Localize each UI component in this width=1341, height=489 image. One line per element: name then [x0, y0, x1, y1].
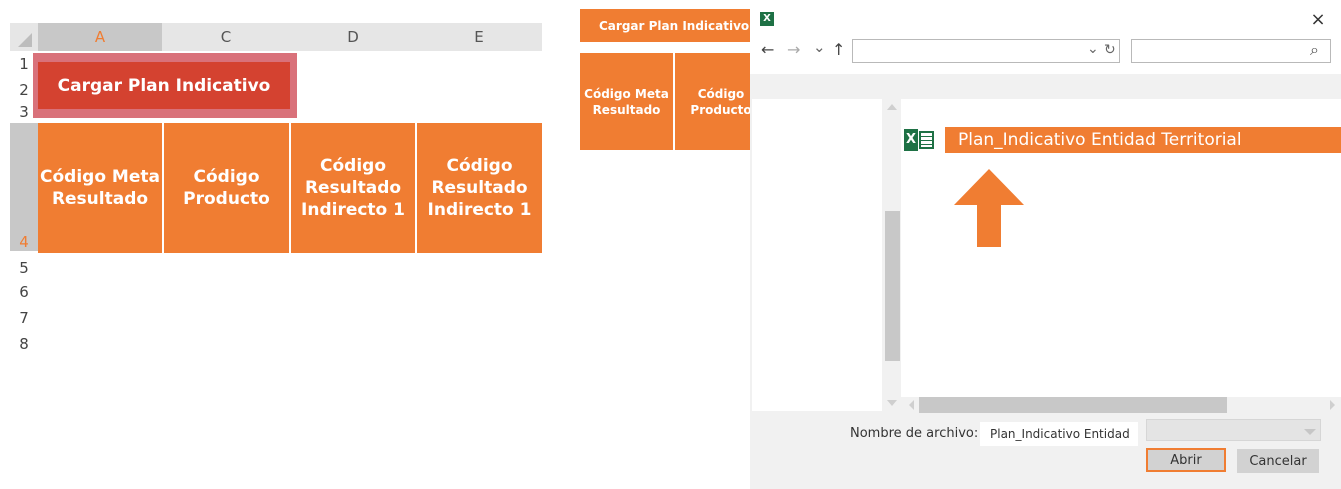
load-plan-button-preview[interactable]: Cargar Plan Indicativo: [580, 9, 755, 42]
spreadsheet: A C D E 1 2 3 4 5 6 7 8 Cargar Plan Indi…: [0, 0, 560, 489]
header-cell-producto[interactable]: Código Producto: [164, 123, 289, 253]
file-open-dialog: X × ← → ⌄ ↑ ⌄ ↻ ⌕ Plan_Indicativo Entida…: [750, 8, 1341, 489]
header-cell-meta-resultado[interactable]: Código Meta Resultado: [38, 123, 162, 253]
back-arrow-icon[interactable]: ←: [761, 40, 774, 59]
row-number[interactable]: 5: [10, 253, 38, 277]
open-button[interactable]: Abrir: [1146, 448, 1226, 472]
column-header-e[interactable]: E: [416, 23, 542, 51]
column-header-a[interactable]: A: [38, 23, 162, 51]
navigation-pane[interactable]: [752, 99, 882, 411]
close-icon[interactable]: ×: [1306, 10, 1330, 30]
cancel-button[interactable]: Cancelar: [1237, 449, 1319, 473]
address-bar[interactable]: ⌄ ↻: [852, 39, 1120, 63]
scroll-down-icon[interactable]: [884, 397, 901, 411]
chevron-down-icon: [1304, 429, 1316, 435]
up-arrow-indicator-icon: [954, 169, 1024, 247]
refresh-icon[interactable]: ↻: [1104, 42, 1116, 58]
preview-header-cell: Código Producto: [675, 53, 755, 150]
scroll-up-icon[interactable]: [884, 99, 901, 113]
address-dropdown-icon[interactable]: ⌄: [1087, 41, 1099, 57]
excel-file-icon: X: [904, 127, 938, 153]
excel-icon: X: [760, 12, 774, 26]
file-type-select[interactable]: [1146, 419, 1321, 441]
header-cell-resultado-indirecto[interactable]: Código Resultado Indirecto 1: [291, 123, 415, 253]
scroll-left-icon[interactable]: [905, 397, 919, 413]
preview-header-cell: Código Meta Resultado: [580, 53, 673, 150]
row-number[interactable]: 6: [10, 277, 38, 301]
load-plan-button[interactable]: Cargar Plan Indicativo: [38, 62, 290, 109]
row-number[interactable]: 8: [10, 327, 38, 353]
up-arrow-icon[interactable]: ↑: [832, 40, 845, 59]
horizontal-scrollbar-thumb[interactable]: [919, 397, 1227, 413]
row-number[interactable]: 7: [10, 301, 38, 327]
file-list[interactable]: Plan_Indicativo Entidad Territorial X: [901, 99, 1341, 397]
vertical-scrollbar-thumb[interactable]: [885, 211, 900, 361]
search-input[interactable]: ⌕: [1131, 39, 1331, 63]
filename-input[interactable]: Plan_Indicativo Entidad: [980, 422, 1138, 446]
column-header-c[interactable]: C: [162, 23, 290, 51]
forward-arrow-icon[interactable]: →: [787, 40, 800, 59]
vertical-scrollbar[interactable]: [884, 99, 901, 411]
select-all-corner[interactable]: [10, 23, 38, 51]
dialog-title-bar: X × ← → ⌄ ↑ ⌄ ↻ ⌕: [750, 8, 1341, 74]
filename-label: Nombre de archivo:: [850, 426, 979, 441]
recent-dropdown-icon[interactable]: ⌄: [813, 38, 826, 56]
header-cell-resultado-indirecto[interactable]: Código Resultado Indirecto 1: [417, 123, 542, 253]
search-icon: ⌕: [1310, 40, 1319, 59]
row-number[interactable]: 4: [10, 123, 38, 251]
horizontal-scrollbar[interactable]: [901, 397, 1341, 413]
file-item-selected[interactable]: Plan_Indicativo Entidad Territorial: [945, 127, 1341, 153]
scroll-right-icon[interactable]: [1325, 397, 1339, 413]
corner-triangle-icon: [18, 33, 32, 47]
column-header-d[interactable]: D: [290, 23, 416, 51]
